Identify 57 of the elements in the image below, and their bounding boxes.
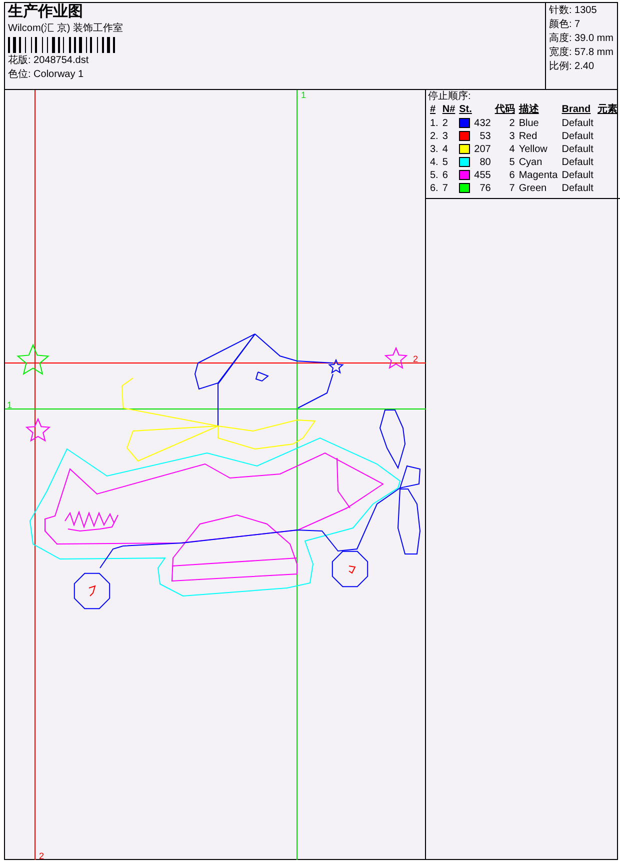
table-cell-text: 3 xyxy=(508,130,516,143)
column-header: # xyxy=(429,103,437,117)
column-header: 代码 xyxy=(494,103,516,117)
table-cell-text: Magenta xyxy=(518,169,559,182)
table-cell-text: 2 xyxy=(441,117,449,130)
table-cell-text: 432 xyxy=(473,117,492,130)
column-header: St. xyxy=(458,103,473,117)
table-cell-text: 5. xyxy=(429,169,440,182)
design-file: 花版: 2048754.dst xyxy=(8,54,90,66)
table-cell-text: 4. xyxy=(429,156,440,169)
table-cell-text: 76 xyxy=(478,182,492,195)
table-cell-text: Cyan xyxy=(518,156,544,169)
table-cell-text: Default xyxy=(560,130,594,143)
company-name: Wilcom(汇 京) 装饰工作室 xyxy=(8,22,124,34)
table-cell-text: Default xyxy=(560,117,594,130)
summary-item: 宽度: 57.8 mm xyxy=(549,47,614,59)
table-cell-text: Red xyxy=(518,130,538,143)
table-cell-text: 3. xyxy=(429,143,440,156)
table-cell-text: 6 xyxy=(441,169,449,182)
table-cell-text: Default xyxy=(560,156,594,169)
summary-item: 针数: 1305 xyxy=(549,5,598,17)
table-cell-text: 207 xyxy=(473,143,492,156)
table-cell-text: 5 xyxy=(508,156,516,169)
table-cell-text: Default xyxy=(560,182,594,195)
table-cell-text: 7 xyxy=(441,182,449,195)
table-cell-text: 5 xyxy=(441,156,449,169)
colorway: 色位: Colorway 1 xyxy=(8,68,85,80)
table-cell-text: Green xyxy=(518,182,548,195)
summary-item: 高度: 39.0 mm xyxy=(549,33,614,45)
table-cell-text: 3 xyxy=(441,130,449,143)
table-cell-text: 1. xyxy=(429,117,440,130)
table-cell-text: 53 xyxy=(478,130,492,143)
table-cell-text: 455 xyxy=(473,169,492,182)
table-cell-text: 80 xyxy=(478,156,492,169)
guide-label: 1 xyxy=(301,90,306,100)
guide-label: 1 xyxy=(7,400,12,410)
table-cell-text: 7 xyxy=(508,182,516,195)
table-cell-text: 6. xyxy=(429,182,440,195)
guide-label: 2 xyxy=(413,354,418,364)
sheet-title: 生产作业图 xyxy=(8,4,84,20)
table-cell-text: 2. xyxy=(429,130,440,143)
summary-item: 比例: 2.40 xyxy=(549,61,596,73)
table-cell-text: 4 xyxy=(508,143,516,156)
table-cell-text: Default xyxy=(560,169,594,182)
table-cell-text: Blue xyxy=(518,117,540,130)
stop-sequence-title: 停止顺序: xyxy=(428,91,472,103)
guide-label: 2 xyxy=(39,851,44,860)
column-header: Brand xyxy=(560,103,592,117)
table-cell-text: Yellow xyxy=(518,143,548,156)
table-cell-text: 6 xyxy=(508,169,516,182)
table-cell-text: 2 xyxy=(508,117,516,130)
summary-item: 颜色: 7 xyxy=(549,19,582,31)
column-header: N# xyxy=(441,103,456,117)
table-cell-text: 4 xyxy=(441,143,449,156)
column-header: 描述 xyxy=(518,103,540,117)
table-cell-text: Default xyxy=(560,143,594,156)
column-header: 元素 xyxy=(596,103,618,117)
